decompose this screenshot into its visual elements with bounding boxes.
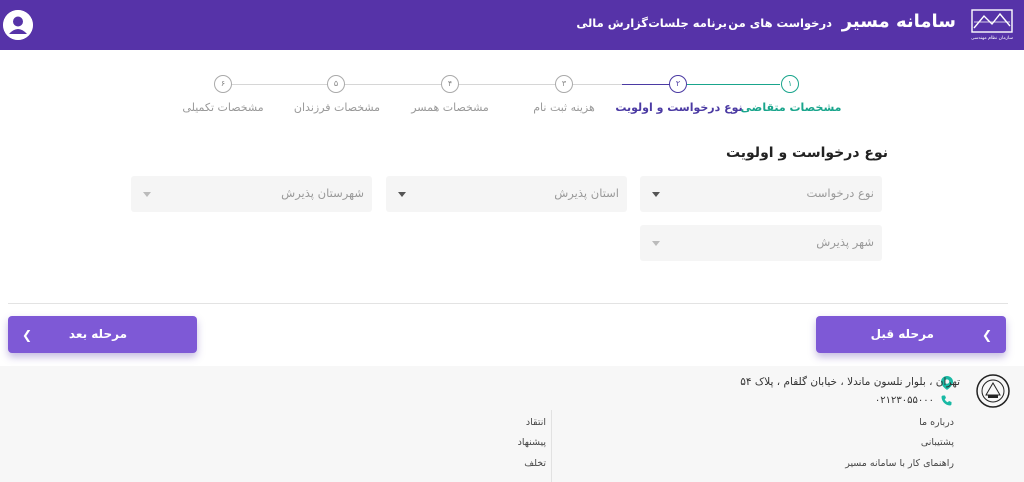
footer-link-guide[interactable]: راهنمای کار با سامانه مسیر [845,458,954,469]
chevron-down-icon [652,192,660,197]
next-step-button[interactable]: مرحله بعد ❮ [8,316,197,353]
nav-financial-report[interactable]: گزارش مالی [576,16,648,30]
organization-emblem-icon [976,374,1010,408]
step-1-circle[interactable]: ۱ [781,75,799,93]
stepper-progress-done [687,84,780,85]
footer-link-suggestion[interactable]: پیشنهاد [518,437,546,448]
nav-my-requests[interactable]: درخواست های من [728,16,832,30]
logo-icon[interactable]: سازمان نظام مهندسی [970,8,1014,42]
city-placeholder: شهر پذیرش [816,235,874,249]
logo-caption: سازمان نظام مهندسی [971,36,1013,41]
chevron-down-icon [652,241,660,246]
request-type-select[interactable]: نوع درخواست [640,176,882,212]
next-step-label: مرحله بعد [68,327,127,341]
footer-link-violation[interactable]: تخلف [524,458,546,469]
step-3-circle[interactable]: ۳ [555,75,573,93]
app-title: سامانه مسیر [841,11,956,32]
user-avatar-icon[interactable] [3,10,33,40]
province-placeholder: استان پذیرش [554,186,619,200]
step-4-circle[interactable]: ۴ [441,75,459,93]
footer-link-about[interactable]: درباره ما [919,417,954,428]
chevron-left-icon: ❮ [22,328,33,342]
top-navigation-bar: سازمان نظام مهندسی سامانه مسیر درخواست ه… [0,0,1024,50]
step-5-circle[interactable]: ۵ [327,75,345,93]
request-type-placeholder: نوع درخواست [806,186,874,200]
city-select[interactable]: شهر پذیرش [640,225,882,261]
step-5-label: مشخصات فرزندان [293,101,381,114]
chevron-down-icon [143,192,151,197]
form-section-title: نوع درخواست و اولویت [725,145,888,161]
step-2-circle[interactable]: ۲ [669,75,687,93]
step-1-label: مشخصات متقاضی [740,101,842,114]
step-2-label: نوع درخواست و اولویت [615,101,743,114]
step-4-label: مشخصات همسر [411,101,489,114]
nav-meetings-schedule[interactable]: برنامه جلسات [648,16,727,30]
phone-icon [941,395,952,406]
stepper-progress-active [622,84,676,85]
province-select[interactable]: استان پذیرش [386,176,627,212]
county-placeholder: شهرستان پذیرش [281,186,364,200]
footer-link-criticism[interactable]: انتقاد [526,417,546,428]
step-6-circle[interactable]: ۶ [214,75,232,93]
step-3-label: هزینه ثبت نام [533,101,595,114]
footer-divider [551,410,552,482]
previous-step-button[interactable]: مرحله قبل ❮ [816,316,1006,353]
step-6-label: مشخصات تکمیلی [182,101,264,114]
footer-link-support[interactable]: پشتیبانی [921,437,954,448]
form-divider [8,303,1008,304]
footer-phone: ۰۲۱۲۳۰۵۵۰۰۰ [874,395,934,406]
county-select[interactable]: شهرستان پذیرش [131,176,372,212]
chevron-left-icon: ❮ [981,328,992,342]
footer-address: تهران ، بلوار نلسون ماندلا ، خیابان گلفا… [740,376,960,388]
previous-step-label: مرحله قبل [870,327,934,341]
chevron-down-icon [398,192,406,197]
